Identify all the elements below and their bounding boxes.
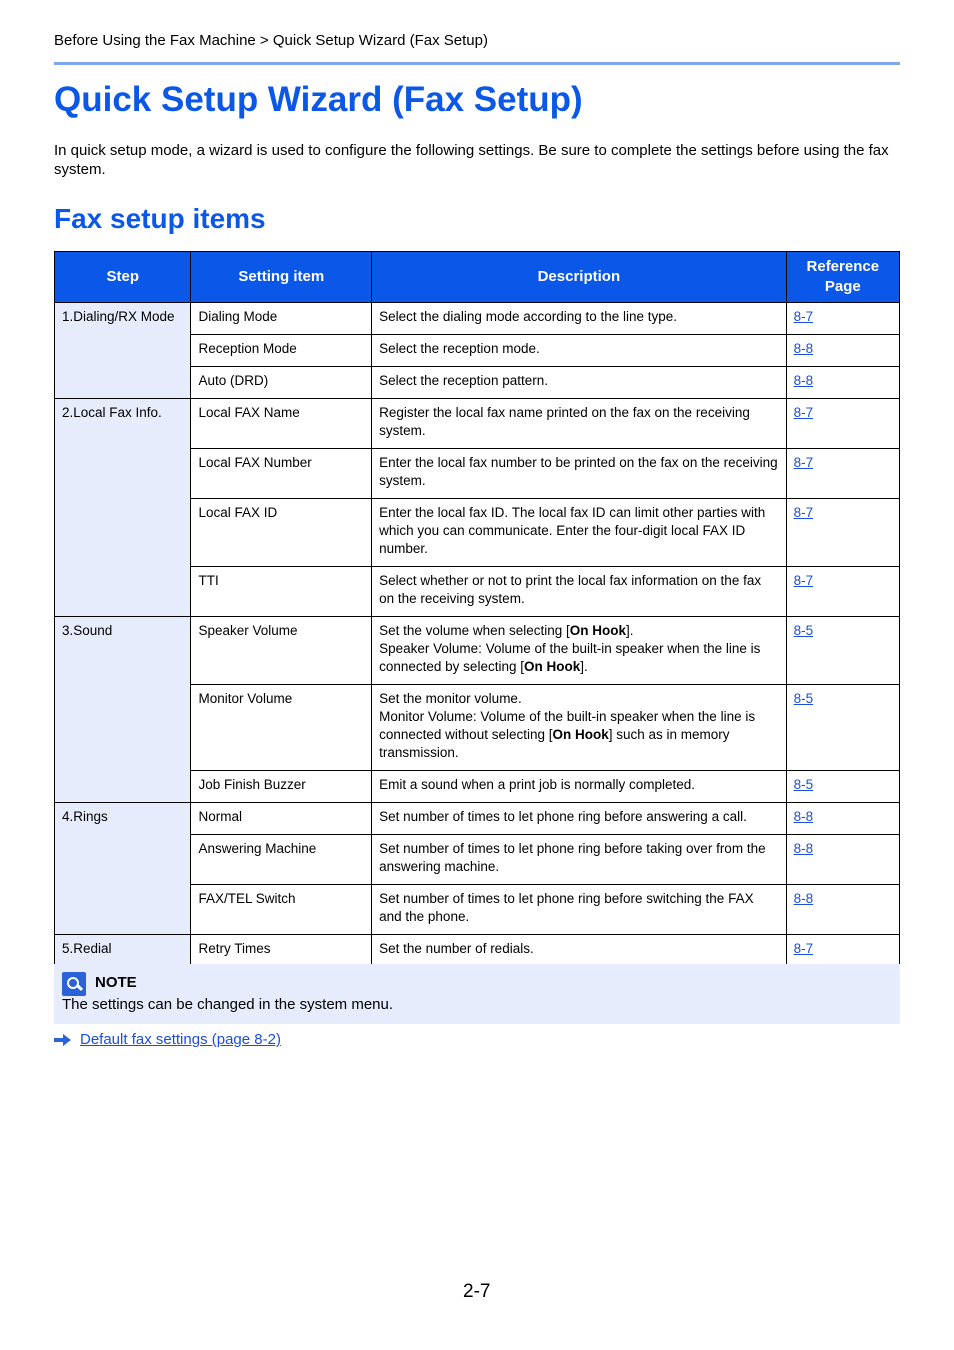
setting-item-cell: Local FAX Name bbox=[190, 398, 373, 449]
reference-page-link[interactable]: 8-7 bbox=[794, 505, 814, 520]
setting-item-cell: Speaker Volume bbox=[190, 616, 373, 685]
table-row: 2.Local Fax Info. Local FAX Name Register … bbox=[53, 398, 901, 617]
description-text: ]. bbox=[580, 659, 588, 674]
setting-item-cell: FAX/TEL Switch bbox=[190, 884, 373, 935]
reference-page-link[interactable]: 8-5 bbox=[794, 777, 814, 792]
table-row: 4.Rings Normal Set number of times to let … bbox=[53, 802, 901, 935]
page-title: Quick Setup Wizard (Fax Setup) bbox=[54, 80, 583, 119]
table-row: 1.Dialing/RX Mode Dialing Mode Select the … bbox=[53, 302, 901, 399]
reference-page-cell: 8-7 bbox=[785, 498, 901, 567]
reference-page-link[interactable]: 8-8 bbox=[794, 341, 814, 356]
on-hook-key-label: On Hook bbox=[523, 659, 581, 674]
step-cell: 5.Redial bbox=[53, 934, 192, 967]
reference-page-cell: 8-7 bbox=[785, 302, 901, 335]
description-text: Set the volume when selecting [ bbox=[379, 623, 570, 638]
reference-page-link[interactable]: 8-7 bbox=[794, 941, 814, 956]
reference-page-link[interactable]: 8-8 bbox=[794, 373, 814, 388]
reference-page-link[interactable]: 8-7 bbox=[794, 573, 814, 588]
reference-page-cell: 8-8 bbox=[785, 884, 901, 935]
reference-page-link[interactable]: 8-8 bbox=[794, 809, 814, 824]
description-cell: Set number of times to let phone ring be… bbox=[371, 884, 787, 935]
default-fax-settings-link[interactable]: Default fax settings (page 8-2) bbox=[80, 1031, 281, 1048]
arrow-right-icon bbox=[54, 1034, 71, 1047]
description-cell: Set the monitor volume. Monitor Volume: V… bbox=[371, 684, 787, 771]
header-reference-page-label: Reference Page bbox=[806, 258, 880, 295]
setting-item-cell: Reception Mode bbox=[190, 334, 373, 367]
reference-page-cell: 8-7 bbox=[785, 566, 901, 617]
reference-page-cell: 8-7 bbox=[785, 398, 901, 449]
description-cell: Set number of times to let phone ring be… bbox=[371, 834, 787, 885]
reference-page-cell: 8-5 bbox=[785, 770, 901, 803]
table-row: 3.Sound Speaker Volume Set the volume when… bbox=[53, 616, 901, 803]
description-cell: Select the reception pattern. bbox=[371, 366, 787, 399]
setting-item-cell: TTI bbox=[190, 566, 373, 617]
description-cell: Register the local fax name printed on t… bbox=[371, 398, 787, 449]
on-hook-key-label: On Hook bbox=[569, 623, 626, 638]
table-header-row: Step Setting item Description Reference … bbox=[53, 251, 901, 303]
related-link-row: Default fax settings (page 8-2) bbox=[54, 1031, 281, 1048]
reference-page-link[interactable]: 8-5 bbox=[794, 623, 814, 638]
section-title: Fax setup items bbox=[54, 203, 266, 234]
reference-page-link[interactable]: 8-7 bbox=[794, 455, 814, 470]
reference-page-cell: 8-8 bbox=[785, 366, 901, 399]
reference-page-cell: 8-7 bbox=[785, 448, 901, 499]
setting-item-cell: Local FAX Number bbox=[190, 448, 373, 499]
setting-item-cell: Dialing Mode bbox=[190, 302, 373, 335]
setting-item-cell: Monitor Volume bbox=[190, 684, 373, 771]
reference-page-cell: 8-5 bbox=[785, 684, 901, 771]
description-cell: Emit a sound when a print job is normall… bbox=[371, 770, 787, 803]
reference-page-cell: 8-8 bbox=[785, 802, 901, 835]
setting-item-cell: Job Finish Buzzer bbox=[190, 770, 373, 803]
reference-page-link[interactable]: 8-7 bbox=[794, 405, 814, 420]
page-number: 2-7 bbox=[463, 1281, 491, 1302]
header-divider bbox=[54, 62, 900, 65]
header-description: Description bbox=[371, 251, 787, 303]
description-cell: Set number of times to let phone ring be… bbox=[371, 802, 787, 835]
step-cell: 2.Local Fax Info. bbox=[53, 398, 192, 617]
reference-page-cell: 8-8 bbox=[785, 834, 901, 885]
table-row: 5.Redial Retry Times Set the number of red… bbox=[53, 934, 901, 967]
description-cell: Enter the local fax ID. The local fax ID… bbox=[371, 498, 787, 567]
description-cell: Set the volume when selecting [On Hook].… bbox=[371, 616, 787, 685]
reference-page-cell: 8-5 bbox=[785, 616, 901, 685]
step-cell: 3.Sound bbox=[53, 616, 192, 803]
setting-item-cell: Local FAX ID bbox=[190, 498, 373, 567]
note-box: NOTE The settings can be changed in the … bbox=[54, 964, 900, 1024]
description-cell: Select whether or not to print the local… bbox=[371, 566, 787, 617]
reference-page-link[interactable]: 8-5 bbox=[794, 691, 814, 706]
description-text: Set the monitor volume. bbox=[379, 691, 522, 706]
note-label: NOTE bbox=[95, 974, 137, 991]
note-text: The settings can be changed in the syste… bbox=[62, 996, 394, 1013]
reference-page-cell: 8-7 bbox=[785, 934, 901, 967]
description-cell: Set the number of redials. bbox=[371, 934, 787, 967]
fax-setup-table: Step Setting item Description Reference … bbox=[53, 251, 901, 967]
description-cell: Select the dialing mode according to the… bbox=[371, 302, 787, 335]
setting-item-cell: Auto (DRD) bbox=[190, 366, 373, 399]
reference-page-link[interactable]: 8-8 bbox=[794, 891, 814, 906]
on-hook-key-label: On Hook bbox=[552, 727, 609, 742]
setting-item-cell: Answering Machine bbox=[190, 834, 373, 885]
note-icon bbox=[62, 972, 86, 996]
breadcrumb: Before Using the Fax Machine > Quick Set… bbox=[54, 32, 488, 49]
intro-paragraph: In quick setup mode, a wizard is used to… bbox=[54, 142, 889, 178]
setting-item-cell: Retry Times bbox=[190, 934, 373, 967]
description-text: ]. bbox=[625, 623, 634, 638]
setting-item-cell: Normal bbox=[190, 802, 373, 835]
step-cell: 4.Rings bbox=[53, 802, 192, 935]
reference-page-link[interactable]: 8-8 bbox=[794, 841, 814, 856]
description-cell: Enter the local fax number to be printed… bbox=[371, 448, 787, 499]
header-setting-item: Setting item bbox=[190, 251, 373, 303]
step-cell: 1.Dialing/RX Mode bbox=[53, 302, 192, 399]
reference-page-link[interactable]: 8-7 bbox=[794, 309, 814, 324]
description-cell: Select the reception mode. bbox=[371, 334, 787, 367]
header-reference-page: Reference Page bbox=[785, 251, 901, 303]
header-step: Step bbox=[53, 251, 192, 303]
reference-page-cell: 8-8 bbox=[785, 334, 901, 367]
